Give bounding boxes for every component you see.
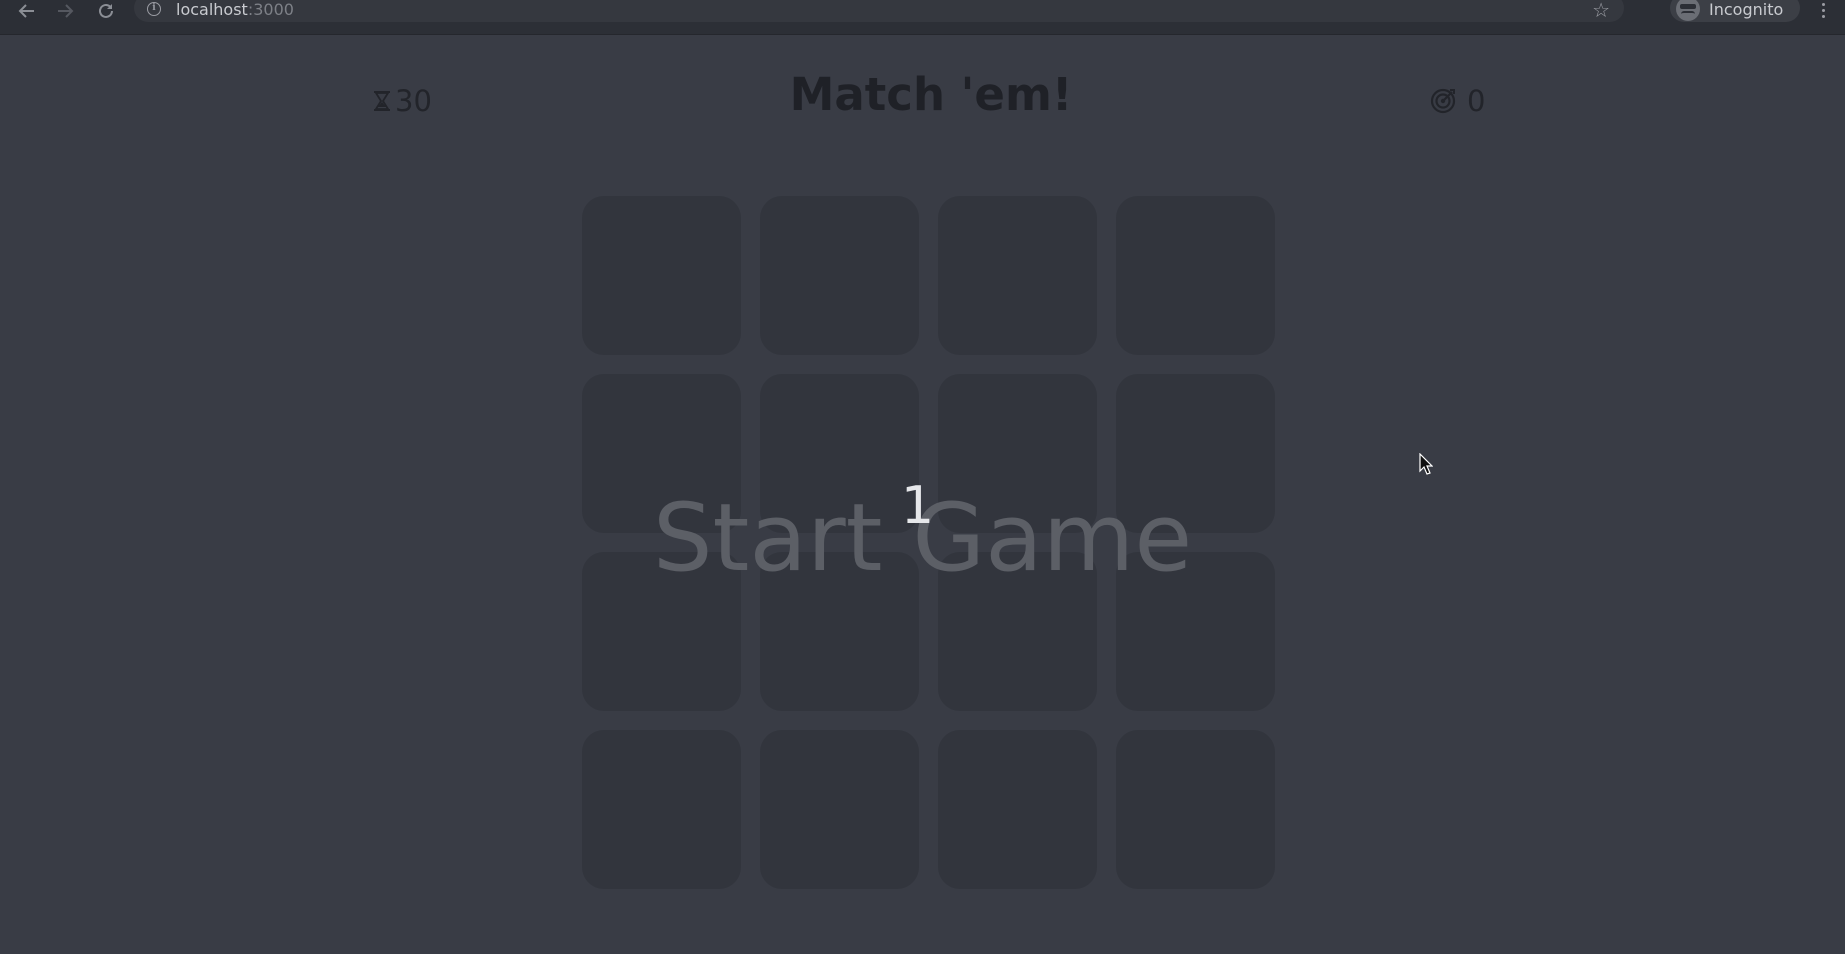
info-icon[interactable]: i [147, 2, 161, 16]
forward-button[interactable] [52, 0, 80, 22]
back-button[interactable] [12, 0, 40, 22]
incognito-icon [1676, 0, 1700, 21]
url-host: localhost [176, 0, 248, 19]
star-icon[interactable]: ☆ [1592, 0, 1610, 22]
reload-button[interactable] [92, 0, 120, 22]
kebab-menu-icon[interactable] [1818, 0, 1828, 20]
browser-toolbar: i localhost:3000 ☆ Incognito [0, 0, 1845, 35]
arrow-right-icon [58, 4, 74, 18]
url-port: :3000 [247, 0, 294, 19]
start-overlay: Start Game 1 [0, 34, 1845, 954]
mouse-cursor-icon [1419, 453, 1433, 475]
reload-icon [99, 3, 113, 18]
address-bar[interactable]: i localhost:3000 ☆ [134, 0, 1624, 22]
profile-button[interactable]: Incognito [1670, 0, 1800, 22]
url-text[interactable]: localhost:3000 [176, 0, 294, 19]
profile-label: Incognito [1709, 0, 1784, 19]
arrow-left-icon [18, 4, 34, 18]
countdown-number: 1 [900, 476, 935, 536]
